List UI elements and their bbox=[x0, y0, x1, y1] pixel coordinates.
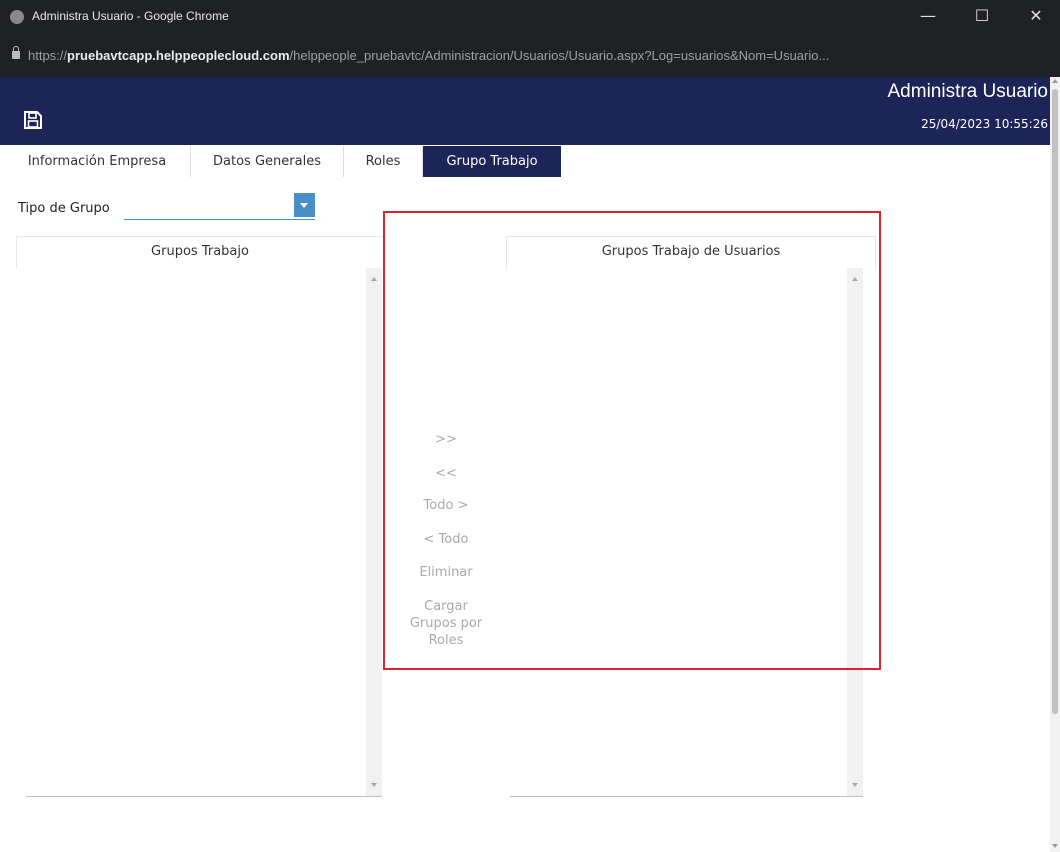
close-window-button[interactable]: ✕ bbox=[1016, 4, 1056, 28]
globe-icon bbox=[10, 10, 24, 24]
grupos-trabajo-usuarios-header: Grupos Trabajo de Usuarios bbox=[506, 236, 876, 269]
left-list-scrollbar[interactable] bbox=[366, 268, 382, 796]
grupos-trabajo-list[interactable] bbox=[26, 268, 382, 797]
tipo-grupo-dropdown[interactable] bbox=[124, 193, 315, 220]
scroll-down-icon[interactable] bbox=[852, 783, 858, 787]
floppy-disk-icon[interactable] bbox=[24, 111, 42, 129]
tab-informacion-empresa[interactable]: Información Empresa bbox=[4, 146, 191, 177]
page-scrollbar[interactable] bbox=[1050, 77, 1060, 852]
tab-roles[interactable]: Roles bbox=[344, 146, 423, 177]
url-host: pruebavtcapp.helppeoplecloud.com bbox=[67, 48, 290, 63]
tab-grupo-trabajo[interactable]: Grupo Trabajo bbox=[423, 146, 561, 177]
datetime-label: 25/04/2023 10:55:26 bbox=[921, 117, 1048, 131]
browser-title-bar: Administra Usuario - Google Chrome — ☐ ✕ bbox=[0, 0, 1060, 34]
add-selected-button[interactable]: >> bbox=[406, 432, 486, 447]
url-text[interactable]: https://pruebavtcapp.helppeoplecloud.com… bbox=[28, 48, 1053, 63]
scroll-down-icon[interactable] bbox=[1052, 844, 1058, 848]
scroll-up-icon[interactable] bbox=[1052, 79, 1058, 83]
remove-selected-button[interactable]: << bbox=[406, 466, 486, 481]
tab-datos-generales[interactable]: Datos Generales bbox=[191, 146, 344, 177]
app-header: Administra Usuario 25/04/2023 10:55:26 bbox=[0, 77, 1050, 145]
window-title: Administra Usuario - Google Chrome bbox=[32, 9, 229, 23]
minimize-button[interactable]: — bbox=[908, 4, 948, 28]
scroll-up-icon[interactable] bbox=[371, 277, 377, 281]
eliminar-button[interactable]: Eliminar bbox=[406, 565, 486, 580]
scrollbar-thumb[interactable] bbox=[1052, 89, 1058, 714]
remove-all-button[interactable]: < Todo bbox=[406, 532, 486, 547]
scroll-up-icon[interactable] bbox=[852, 277, 858, 281]
lock-icon bbox=[12, 46, 20, 59]
maximize-button[interactable]: ☐ bbox=[962, 4, 1002, 28]
grupos-trabajo-usuarios-list[interactable] bbox=[510, 268, 863, 797]
cargar-grupos-por-roles-button[interactable]: Cargar Grupos por Roles bbox=[406, 598, 486, 649]
add-all-button[interactable]: Todo > bbox=[406, 498, 486, 513]
scroll-down-icon[interactable] bbox=[371, 783, 377, 787]
chevron-down-icon[interactable] bbox=[294, 193, 315, 217]
address-bar[interactable]: https://pruebavtcapp.helppeoplecloud.com… bbox=[0, 34, 1060, 77]
url-prefix: https:// bbox=[28, 48, 68, 63]
page-title: Administra Usuario bbox=[887, 81, 1049, 102]
grupos-trabajo-header: Grupos Trabajo bbox=[16, 236, 384, 269]
tipo-grupo-label: Tipo de Grupo bbox=[18, 201, 110, 216]
url-path: /helppeople_pruebavtc/Administracion/Usu… bbox=[289, 48, 830, 63]
right-list-scrollbar[interactable] bbox=[847, 268, 863, 796]
